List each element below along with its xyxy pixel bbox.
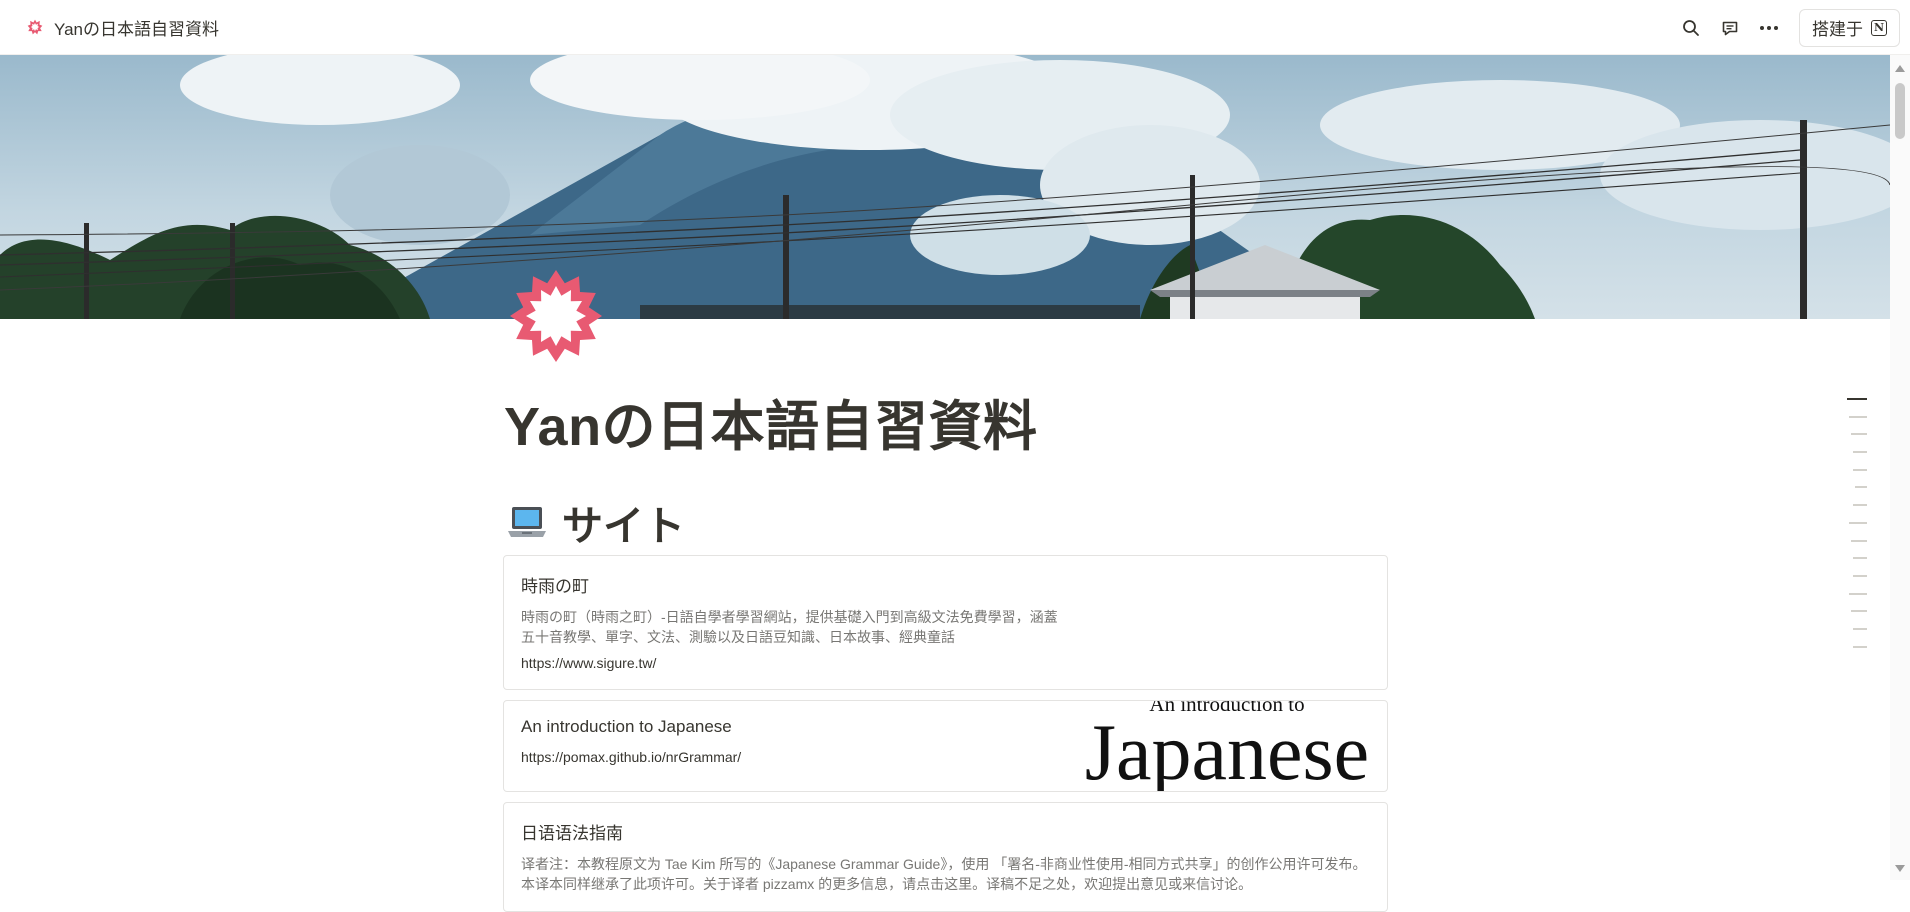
build-label: 搭建于 bbox=[1812, 20, 1863, 39]
page-title: Yanの日本語自習資料 bbox=[504, 397, 1038, 457]
bookmark-card[interactable]: 日语语法指南 译者注：本教程原文为 Tae Kim 所写的《Japanese G… bbox=[503, 802, 1388, 912]
section-heading: サイト bbox=[506, 492, 685, 552]
toc-line[interactable] bbox=[1853, 468, 1867, 471]
toc-line[interactable] bbox=[1853, 504, 1867, 507]
breadcrumb-title: Yanの日本語自習資料 bbox=[54, 19, 219, 39]
bookmark-description: 時雨の町（時雨之町）-日語自學者學習網站，提供基礎入門到高級文法免費學習，涵蓋五… bbox=[521, 609, 1058, 645]
bookmark-card[interactable]: 時雨の町 時雨の町（時雨之町）-日語自學者學習網站，提供基礎入門到高級文法免費學… bbox=[503, 555, 1388, 690]
bookmark-title: 時雨の町 bbox=[521, 577, 589, 596]
toc-line[interactable] bbox=[1851, 433, 1867, 436]
toc-line[interactable] bbox=[1851, 539, 1867, 542]
toc-line[interactable] bbox=[1849, 592, 1867, 595]
scroll-thumb[interactable] bbox=[1895, 83, 1905, 139]
built-with-notion-button[interactable]: 搭建于 N bbox=[1799, 8, 1900, 47]
breadcrumb[interactable]: Yanの日本語自習資料 bbox=[26, 15, 219, 40]
bookmark-url: https://www.sigure.tw/ bbox=[521, 655, 657, 671]
notion-logo-icon: N bbox=[1871, 19, 1887, 36]
laptop-icon bbox=[506, 504, 548, 540]
scroll-down-arrow-icon[interactable] bbox=[1895, 865, 1905, 872]
toc-line[interactable] bbox=[1853, 557, 1867, 560]
bookmark-card[interactable]: An introduction to Japanese https://poma… bbox=[503, 700, 1388, 792]
bookmark-thumbnail: An introduction to Japanese bbox=[1085, 701, 1369, 791]
sakura-icon bbox=[26, 18, 44, 36]
toc-line[interactable] bbox=[1847, 398, 1867, 400]
toc-line[interactable] bbox=[1855, 486, 1867, 489]
toc-line[interactable] bbox=[1851, 610, 1867, 613]
toc-line[interactable] bbox=[1853, 574, 1867, 577]
more-icon[interactable] bbox=[1753, 12, 1785, 44]
sakura-icon[interactable] bbox=[506, 266, 606, 366]
toc-line[interactable] bbox=[1853, 451, 1867, 454]
search-icon[interactable] bbox=[1675, 12, 1707, 44]
section-heading-text: サイト bbox=[562, 503, 685, 549]
top-bar: Yanの日本語自習資料 搭建于 N bbox=[0, 0, 1910, 55]
thumb-big-text: Japanese bbox=[1085, 709, 1369, 791]
page-scrollbar[interactable] bbox=[1890, 55, 1910, 880]
toc-line[interactable] bbox=[1849, 415, 1867, 418]
bookmark-title: 日语语法指南 bbox=[521, 824, 623, 843]
toc-line[interactable] bbox=[1849, 521, 1867, 524]
toc-line[interactable] bbox=[1853, 627, 1867, 630]
table-of-contents-minimap[interactable] bbox=[1847, 398, 1867, 663]
cover-image bbox=[0, 55, 1890, 319]
toc-line[interactable] bbox=[1853, 645, 1867, 648]
scroll-up-arrow-icon[interactable] bbox=[1895, 65, 1905, 72]
bookmark-description: 译者注：本教程原文为 Tae Kim 所写的《Japanese Grammar … bbox=[521, 856, 1367, 892]
comment-icon[interactable] bbox=[1714, 12, 1746, 44]
